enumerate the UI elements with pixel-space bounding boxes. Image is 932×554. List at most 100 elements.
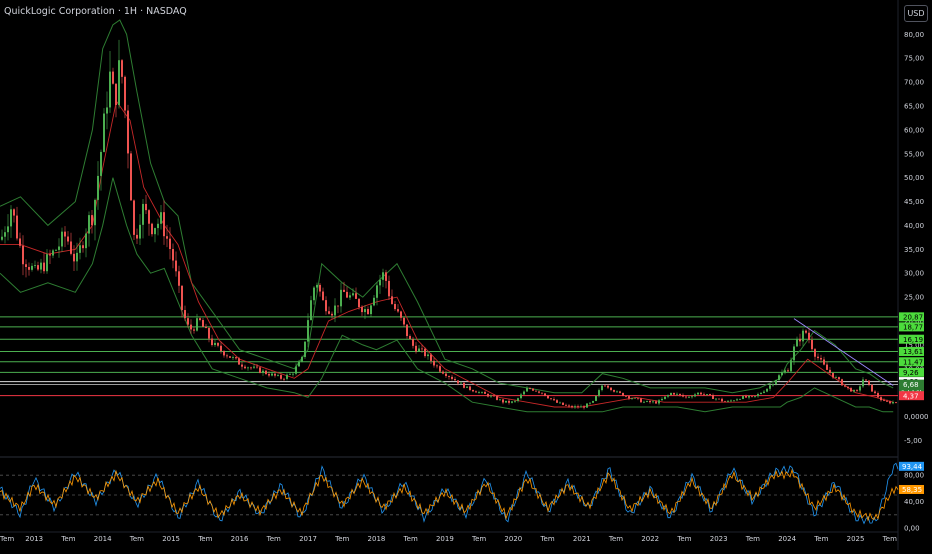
candle-body xyxy=(472,389,474,392)
candle-body xyxy=(814,349,816,357)
candle-body xyxy=(34,265,36,266)
candle-body xyxy=(403,317,405,325)
candle-body xyxy=(109,71,111,108)
candle-body xyxy=(463,382,465,388)
candle-body xyxy=(841,379,843,386)
candle-body xyxy=(709,394,711,396)
candle-body xyxy=(301,356,303,362)
time-tick-label: Tem xyxy=(0,535,14,543)
candle-body xyxy=(784,370,786,373)
candle-body xyxy=(838,377,840,380)
candle-body xyxy=(328,311,330,314)
candle-body xyxy=(634,397,636,399)
candle-body xyxy=(499,399,501,401)
candle-body xyxy=(232,357,234,358)
candle-body xyxy=(112,71,114,84)
candle-body xyxy=(424,348,426,357)
candle-body xyxy=(673,392,675,395)
candle-body xyxy=(343,289,345,292)
candle-body xyxy=(292,373,294,375)
candle-body xyxy=(436,365,438,367)
candle-body xyxy=(541,392,543,394)
candle-body xyxy=(769,385,771,389)
candle-body xyxy=(412,339,414,346)
candle-body xyxy=(169,238,171,249)
candle-body xyxy=(133,200,135,235)
candle-body xyxy=(406,324,408,337)
candle-body xyxy=(478,392,480,393)
time-tick-label: Tem xyxy=(471,535,486,543)
candle-body xyxy=(253,366,255,368)
time-tick-label: 2015 xyxy=(162,535,180,543)
candle-body xyxy=(625,395,627,397)
osc-tick-label: 40,00 xyxy=(904,498,924,506)
candle-body xyxy=(874,391,876,394)
price-tick-label: 45,00 xyxy=(904,198,924,206)
candle-body xyxy=(676,393,678,395)
candle-body xyxy=(76,252,78,262)
candle-body xyxy=(853,390,855,392)
candle-body xyxy=(481,391,483,393)
candle-body xyxy=(298,361,300,367)
candle-body xyxy=(193,329,195,331)
candle-body xyxy=(871,384,873,392)
price-tick-label: 30,00 xyxy=(904,270,924,278)
candle-body xyxy=(643,401,645,403)
candle-body xyxy=(706,394,708,395)
price-tick-label: 50,00 xyxy=(904,174,924,182)
candle-body xyxy=(439,366,441,372)
candle-body xyxy=(67,236,69,242)
candle-body xyxy=(655,401,657,404)
candle-body xyxy=(421,348,423,350)
price-marker-label: 6,68 xyxy=(903,381,919,389)
price-chart[interactable]: 80,00 75,00 70,00 65,00 60,00 55,00 50,00 45,00… xyxy=(0,0,932,550)
candle-body xyxy=(469,386,471,390)
candle-body xyxy=(808,332,810,340)
candle-body xyxy=(640,398,642,403)
candle-body xyxy=(532,388,534,391)
candle-body xyxy=(805,330,807,333)
candle-body xyxy=(22,245,24,265)
candle-body xyxy=(271,373,273,376)
candle-body xyxy=(454,378,456,381)
time-tick-label: 2017 xyxy=(299,535,317,543)
candle-body xyxy=(199,318,201,321)
candle-body xyxy=(373,297,375,306)
time-tick-label: 2021 xyxy=(573,535,591,543)
candle-body xyxy=(451,376,453,379)
candle-body xyxy=(742,396,744,399)
price-tick-label: 55,00 xyxy=(904,150,924,158)
candle-body xyxy=(895,402,897,403)
candle-body xyxy=(304,341,306,357)
candle-body xyxy=(16,215,18,239)
candle-body xyxy=(238,358,240,365)
time-tick-label: Tem xyxy=(676,535,691,543)
candle-body xyxy=(49,254,51,256)
time-tick-label: 2023 xyxy=(710,535,728,543)
candle-body xyxy=(529,388,531,389)
candle-body xyxy=(235,357,237,359)
candle-body xyxy=(145,203,147,211)
candle-body xyxy=(859,386,861,391)
candle-body xyxy=(178,271,180,286)
candle-body xyxy=(217,342,219,346)
level-badge: 11,47 xyxy=(903,358,923,366)
currency-button[interactable]: USD xyxy=(904,5,928,22)
candle-body xyxy=(334,305,336,316)
candle-body xyxy=(310,300,312,321)
candle-body xyxy=(241,364,243,367)
candle-body xyxy=(88,215,90,234)
candle-body xyxy=(883,400,885,402)
candle-body xyxy=(604,385,606,387)
candle-body xyxy=(7,226,9,233)
candle-body xyxy=(613,390,615,392)
candle-body xyxy=(586,403,588,408)
candle-body xyxy=(592,400,594,403)
candle-body xyxy=(802,330,804,342)
candle-body xyxy=(220,345,222,351)
candle-body xyxy=(358,298,360,308)
candle-body xyxy=(766,388,768,392)
candle-body xyxy=(697,392,699,395)
candle-body xyxy=(181,285,183,311)
candle-body xyxy=(202,320,204,327)
